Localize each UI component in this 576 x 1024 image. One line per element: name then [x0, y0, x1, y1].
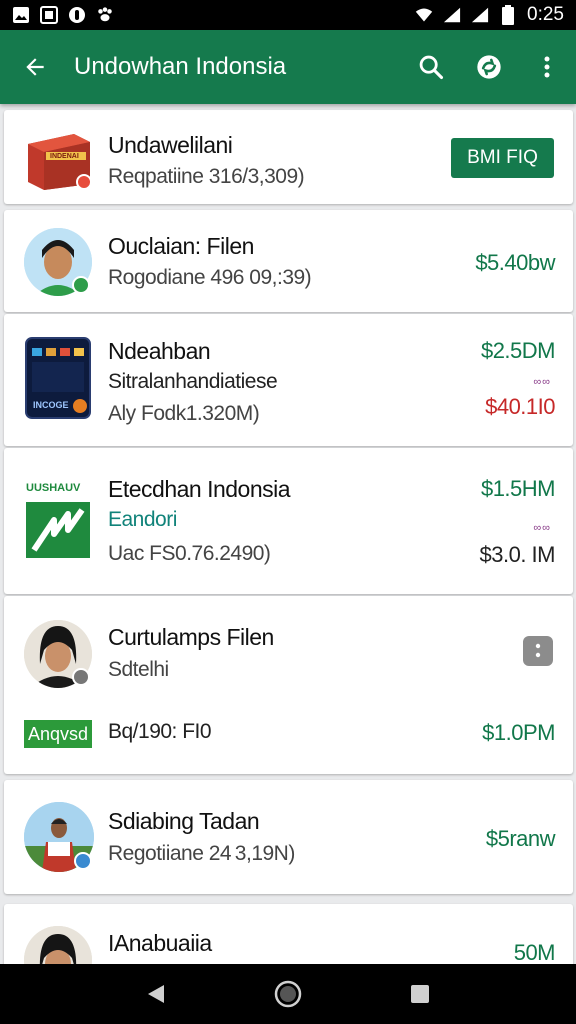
green-logo-icon: UUSHAUV: [24, 476, 92, 560]
avatar: [24, 926, 92, 964]
views-icon: ∞∞: [533, 376, 551, 388]
item-subtitle: Eandori: [108, 508, 177, 531]
more-vert-icon[interactable]: [518, 30, 576, 104]
listing-list: INDENAI Undawelilani Reqpatiine 316/3,30…: [0, 104, 576, 964]
app-title: Undowhan Indonsia: [74, 53, 287, 80]
item-subtitle: Sdtelhi: [108, 658, 169, 681]
item-title: Ouclaian: Filen: [108, 233, 254, 259]
item-price: $1.0PM: [482, 720, 555, 745]
list-item[interactable]: Sdiabing Tadan Regotiiane 24 3,19N) $5ra…: [4, 780, 573, 894]
status-time: 0:25: [527, 4, 564, 25]
list-item[interactable]: INCOGE Ndeahban Sitralanhandiatiese Aly …: [4, 314, 573, 446]
item-title: Undawelilani: [108, 132, 233, 158]
list-item[interactable]: Curtulamps Filen Sdtelhi Anqvsd Bq/190: …: [4, 596, 573, 774]
package-box-icon: INDENAI: [24, 130, 94, 192]
signal-icon: [443, 6, 461, 24]
category-tag: Anqvsd: [24, 720, 92, 748]
signal-icon: [471, 6, 489, 24]
image-icon: [12, 6, 30, 24]
item-title: IAnabuaiia: [108, 930, 212, 956]
back-arrow-icon[interactable]: [0, 30, 70, 104]
item-subtitle: Sitralanhandiatiese: [108, 370, 278, 393]
item-title: Etecdhan Indonsia: [108, 476, 291, 502]
list-item[interactable]: UUSHAUV Etecdhan Indonsia Eandori Uac FS…: [4, 448, 573, 594]
sync-icon[interactable]: [460, 30, 518, 104]
item-price-secondary: $3.0. IM: [479, 542, 556, 567]
status-bar: 0:25: [0, 0, 576, 30]
item-price: $1.5HM: [480, 476, 556, 501]
paw-icon: [96, 6, 114, 24]
action-button[interactable]: BMI FIQ: [451, 138, 554, 178]
verified-badge-icon: [74, 852, 92, 870]
home-circle-icon[interactable]: [268, 974, 308, 1014]
views-icon: ∞∞: [533, 522, 551, 534]
item-price-secondary: $40.1I0: [485, 394, 555, 419]
item-title: Ndeahban: [108, 338, 211, 364]
photo-icon: [40, 6, 58, 24]
item-price: 50M: [513, 940, 556, 964]
thumb-label: INDENAI: [50, 153, 79, 160]
list-item[interactable]: INDENAI Undawelilani Reqpatiine 316/3,30…: [4, 110, 573, 204]
item-subtitle: Rogodiane 496 09,:39): [108, 266, 312, 289]
thumb-label: INCOGE: [33, 400, 69, 410]
item-subtitle: Regotiiane 24 3,19N): [108, 842, 295, 865]
app-bar: Undowhan Indonsia: [0, 30, 576, 104]
wifi-icon: [415, 6, 433, 24]
item-title: Sdiabing Tadan: [108, 808, 260, 834]
system-nav-bar: [0, 964, 576, 1024]
recents-square-icon[interactable]: [400, 974, 440, 1014]
item-price: $5ranw: [485, 826, 556, 851]
item-subtitle: Reqpatiine 316/3,309): [108, 165, 305, 188]
circle-letter-icon: [68, 6, 86, 24]
verified-badge-icon: [72, 276, 90, 294]
item-detail: Uac FS0.76.2490): [108, 542, 271, 565]
item-detail: Aly Fodk1.320M): [108, 402, 260, 425]
status-badge-icon: [72, 668, 90, 686]
list-item[interactable]: Ouclaian: Filen Rogodiane 496 09,:39) $5…: [4, 210, 573, 312]
item-detail: Bq/190: FI0: [108, 720, 212, 743]
list-item[interactable]: IAnabuaiia 50M: [4, 904, 573, 964]
item-price: $5.40bw: [475, 250, 555, 275]
thumb-label: UUSHAUV: [26, 482, 81, 494]
item-title: Curtulamps Filen: [108, 624, 274, 650]
back-triangle-icon[interactable]: [136, 974, 176, 1014]
item-price: $2.5DM: [480, 338, 556, 363]
phone-app-icon: INCOGE: [24, 336, 92, 420]
battery-icon: [499, 5, 517, 25]
search-icon[interactable]: [402, 30, 460, 104]
more-options-button[interactable]: [523, 636, 553, 666]
